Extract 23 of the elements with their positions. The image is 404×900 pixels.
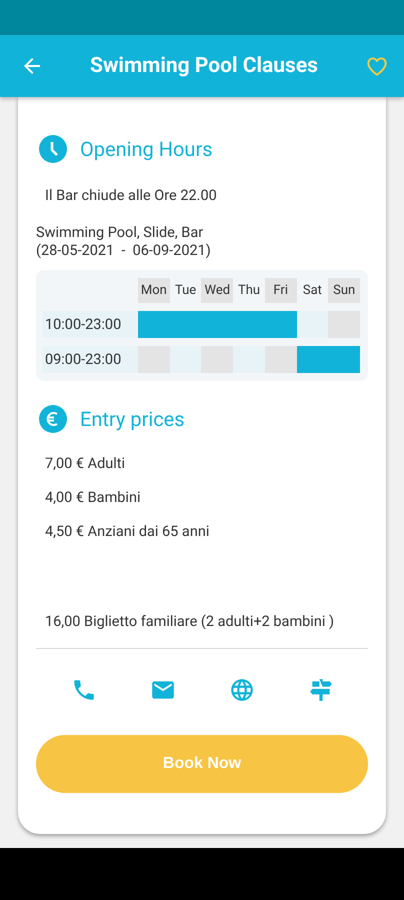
day-header: Wed [201,278,234,303]
time-slot: 10:00-23:00 [42,311,138,338]
day-header: Fri [264,278,297,303]
day-header: Mon [138,278,170,303]
clock-icon [39,135,67,163]
book-now-button[interactable]: Book Now [36,735,368,793]
schedule-label: Swimming Pool, Slide, Bar (28-05-2021 - 06-09-2021) [36,224,212,260]
price-item: 16,00 Biglietto familiare (2 adulti+2 bambini ) [45,613,334,630]
day-header: Sat [302,282,323,300]
section-heading: Opening Hours [80,137,213,161]
day-header: Tue [174,282,198,300]
time-slot: 09:00-23:00 [42,346,138,373]
screen-title: Swimming Pool Clauses [89,54,319,78]
signpost-icon[interactable] [308,677,334,703]
price-item: 4,50 € Anziani dai 65 anni [45,523,210,540]
day-header: Sun [328,278,360,303]
globe-icon[interactable] [228,677,254,703]
section-heading: Entry prices [80,407,185,431]
price-item: 4,00 € Bambini [45,489,140,506]
euro-icon [39,405,67,433]
price-item: 7,00 € Adulti [45,455,126,472]
bar-closing-note: Il Bar chiude alle Ore 22.00 [45,187,218,204]
day-header: Thu [236,282,262,300]
